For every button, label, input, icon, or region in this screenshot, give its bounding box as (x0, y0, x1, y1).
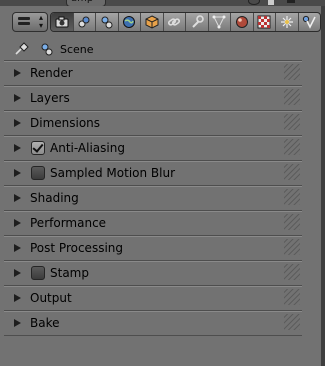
panel-dimensions[interactable]: Dimensions (4, 110, 302, 135)
stamp-checkbox[interactable] (31, 266, 45, 280)
panel-shading[interactable]: Shading (4, 185, 302, 210)
tab-world[interactable] (119, 13, 141, 31)
tab-object-data[interactable] (209, 13, 231, 31)
partial-tab-label: amp (71, 0, 93, 4)
tab-constraints[interactable] (164, 13, 186, 31)
tab-modifiers[interactable] (186, 13, 209, 31)
disclosure-triangle-icon[interactable] (14, 319, 21, 327)
drag-handle-icon[interactable] (284, 64, 300, 80)
disclosure-triangle-icon[interactable] (14, 244, 21, 252)
disclosure-triangle-icon[interactable] (14, 94, 21, 102)
context-tab-bar (50, 12, 321, 32)
disclosure-triangle-icon[interactable] (14, 269, 21, 277)
pointer-icon[interactable] (268, 0, 274, 5)
panel-stamp[interactable]: Stamp (4, 260, 302, 285)
disclosure-triangle-icon[interactable] (14, 194, 21, 202)
context-path: Scene (14, 40, 94, 58)
motion-blur-checkbox[interactable] (31, 166, 45, 180)
disclosure-triangle-icon[interactable] (14, 219, 21, 227)
scene-icon (101, 16, 113, 29)
tab-scene[interactable] (96, 13, 119, 31)
chevron-up-down-icon: ▴ ▾ (38, 13, 43, 30)
material-icon (235, 16, 248, 28)
render-camera-icon (55, 16, 69, 28)
drag-handle-icon[interactable] (284, 89, 300, 105)
camera-icon[interactable] (287, 0, 295, 3)
panel-label: Layers (30, 91, 70, 105)
drag-handle-icon[interactable] (284, 214, 300, 230)
area-divider[interactable] (321, 6, 325, 366)
disclosure-triangle-icon[interactable] (14, 119, 21, 127)
tab-particles[interactable] (276, 13, 299, 31)
panel-render[interactable]: Render (4, 60, 302, 85)
panel-list: Render Layers Dimensions Anti-Aliasing S… (4, 60, 304, 336)
object-data-mesh-icon (212, 15, 226, 29)
panel-label: Post Processing (30, 241, 123, 255)
particles-icon (280, 16, 293, 28)
disclosure-triangle-icon[interactable] (14, 69, 21, 77)
tab-render-layers[interactable] (74, 13, 96, 31)
panel-anti-aliasing[interactable]: Anti-Aliasing (4, 135, 302, 160)
pin-icon[interactable] (14, 42, 30, 56)
scene-label: Scene (60, 42, 94, 56)
tab-material[interactable] (231, 13, 254, 31)
editor-type-button[interactable]: ▴ ▾ (12, 12, 48, 32)
scene-icon (41, 43, 53, 56)
drag-handle-icon[interactable] (284, 114, 300, 130)
tab-render[interactable] (51, 13, 74, 31)
panel-label: Performance (30, 216, 107, 230)
disclosure-triangle-icon[interactable] (14, 294, 21, 302)
panel-label: Stamp (50, 266, 89, 280)
constraints-icon (168, 18, 181, 26)
physics-icon (303, 15, 316, 29)
drag-handle-icon[interactable] (284, 264, 300, 280)
panel-label: Bake (30, 316, 60, 330)
panel-sampled-motion-blur[interactable]: Sampled Motion Blur (4, 160, 302, 185)
panel-label: Render (30, 66, 73, 80)
panel-post-processing[interactable]: Post Processing (4, 235, 302, 260)
drag-handle-icon[interactable] (284, 164, 300, 180)
world-icon (123, 16, 136, 28)
panel-label: Shading (30, 191, 79, 205)
panel-output[interactable]: Output (4, 285, 302, 310)
tab-texture[interactable] (254, 13, 276, 31)
properties-header: ▴ ▾ (4, 10, 321, 32)
panel-layers[interactable]: Layers (4, 85, 302, 110)
drag-handle-icon[interactable] (284, 239, 300, 255)
drag-handle-icon[interactable] (284, 139, 300, 155)
object-icon (145, 15, 159, 29)
disclosure-triangle-icon[interactable] (14, 144, 21, 152)
drag-handle-icon[interactable] (284, 314, 300, 330)
drag-handle-icon[interactable] (284, 189, 300, 205)
panel-bake[interactable]: Bake (4, 310, 302, 336)
render-layers-icon (78, 16, 90, 28)
panel-label: Anti-Aliasing (50, 141, 125, 155)
panel-performance[interactable]: Performance (4, 210, 302, 235)
tab-object[interactable] (141, 13, 164, 31)
properties-editor-icon (18, 17, 30, 27)
texture-icon (257, 15, 271, 29)
properties-editor: ▴ ▾ Scene Render Layers Dimensions Anti-… (0, 6, 325, 366)
tab-physics[interactable] (299, 13, 321, 31)
modifiers-wrench-icon (192, 15, 204, 28)
panel-label: Output (30, 291, 72, 305)
panel-label: Dimensions (30, 116, 101, 130)
anti-aliasing-checkbox[interactable] (31, 141, 45, 155)
drag-handle-icon[interactable] (284, 289, 300, 305)
eye-icon[interactable] (248, 0, 260, 5)
panel-label: Sampled Motion Blur (50, 166, 176, 180)
disclosure-triangle-icon[interactable] (14, 169, 21, 177)
